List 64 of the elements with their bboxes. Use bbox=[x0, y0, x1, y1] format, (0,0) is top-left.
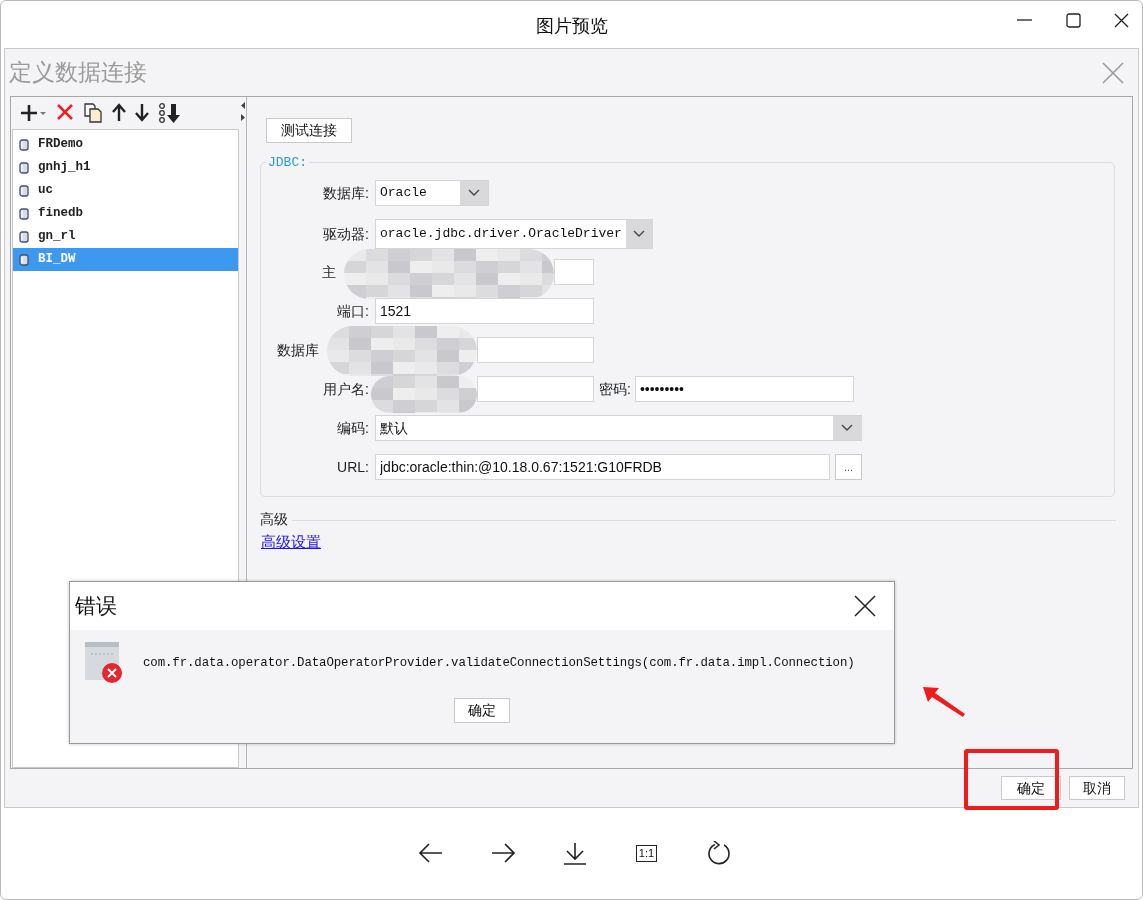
field-label: 数据库 bbox=[277, 341, 319, 358]
database-icon bbox=[19, 230, 29, 243]
dropdown[interactable]: oracle.jdbc.driver.OracleDriver bbox=[375, 219, 653, 249]
password-field[interactable]: ••••••••• bbox=[634, 376, 854, 402]
cancel-button[interactable]: 取消 bbox=[1069, 776, 1125, 800]
connection-name: FRDemo bbox=[38, 136, 83, 154]
up-arrow-icon[interactable] bbox=[112, 103, 126, 123]
field-label: 驱动器: bbox=[323, 225, 369, 242]
window-title: 图片预览 bbox=[534, 15, 609, 38]
connection-item[interactable]: finedb bbox=[13, 202, 238, 225]
input-field[interactable] bbox=[477, 337, 594, 363]
dropdown[interactable]: Oracle bbox=[375, 180, 489, 206]
ok-button[interactable]: 确定 bbox=[454, 698, 510, 723]
add-icon[interactable] bbox=[19, 103, 47, 123]
ok-button[interactable]: 确定 bbox=[1001, 776, 1061, 800]
input-field[interactable] bbox=[477, 376, 594, 402]
database-icon bbox=[19, 253, 29, 266]
connection-name: finedb bbox=[38, 205, 83, 223]
field-label: 主 bbox=[322, 263, 336, 280]
collapse-arrows-icon[interactable] bbox=[239, 101, 246, 123]
connection-name: gn_rl bbox=[38, 228, 76, 246]
connection-item[interactable]: gnhj_h1 bbox=[13, 156, 238, 179]
error-icon bbox=[85, 642, 123, 684]
input-field[interactable]: jdbc:oracle:thin:@10.18.0.67:1521:G10FRDB bbox=[375, 454, 830, 480]
field-label: URL: bbox=[337, 458, 369, 475]
down-arrow-icon[interactable] bbox=[135, 103, 149, 123]
dropdown[interactable]: 默认 bbox=[375, 415, 862, 441]
connection-name: gnhj_h1 bbox=[38, 159, 91, 177]
minimize-icon bbox=[1016, 19, 1032, 21]
chevron-icon bbox=[468, 189, 480, 197]
connection-name: BI_DW bbox=[38, 251, 76, 269]
dialog-title: 定义数据连接 bbox=[9, 58, 147, 88]
browse-button[interactable]: ... bbox=[835, 454, 862, 480]
field-label: 编码: bbox=[337, 419, 369, 436]
maximize-icon bbox=[1064, 12, 1082, 28]
actual-size-button[interactable]: 1:1 bbox=[626, 833, 667, 874]
field-label: 数据库: bbox=[323, 184, 369, 201]
connection-name: uc bbox=[38, 182, 53, 200]
field-label: 用户名: bbox=[323, 380, 369, 397]
connection-item[interactable]: gn_rl bbox=[13, 225, 238, 248]
test-connection-button[interactable]: 测试连接 bbox=[266, 118, 352, 143]
sort-icon[interactable] bbox=[158, 103, 182, 123]
advanced-settings-link[interactable]: 高级设置 bbox=[261, 533, 321, 550]
close-icon bbox=[1112, 12, 1130, 28]
database-icon bbox=[19, 138, 29, 151]
database-icon bbox=[19, 161, 29, 174]
download-icon bbox=[561, 841, 588, 866]
error-message: com.fr.data.operator.DataOperatorProvider.validateConnectionSettings(com.fr.data.impl.Connection) bbox=[143, 654, 855, 672]
database-icon bbox=[19, 207, 29, 220]
chevron-icon bbox=[632, 230, 645, 238]
field-label: 密码: bbox=[599, 379, 631, 399]
dialog-title: 错误 bbox=[75, 593, 117, 620]
connection-item[interactable]: FRDemo bbox=[13, 133, 238, 156]
annotation-arrow bbox=[921, 684, 967, 720]
chevron-icon bbox=[841, 424, 853, 432]
rotate-icon bbox=[705, 841, 732, 866]
input-field[interactable]: 1521 bbox=[375, 298, 594, 324]
copy-icon[interactable] bbox=[83, 103, 103, 123]
connection-item[interactable]: uc bbox=[13, 179, 238, 202]
section-heading: 高级 bbox=[260, 510, 288, 529]
database-icon bbox=[19, 184, 29, 197]
input-field[interactable] bbox=[554, 259, 594, 285]
close-icon[interactable] bbox=[854, 595, 876, 617]
field-label: 端口: bbox=[337, 302, 369, 319]
